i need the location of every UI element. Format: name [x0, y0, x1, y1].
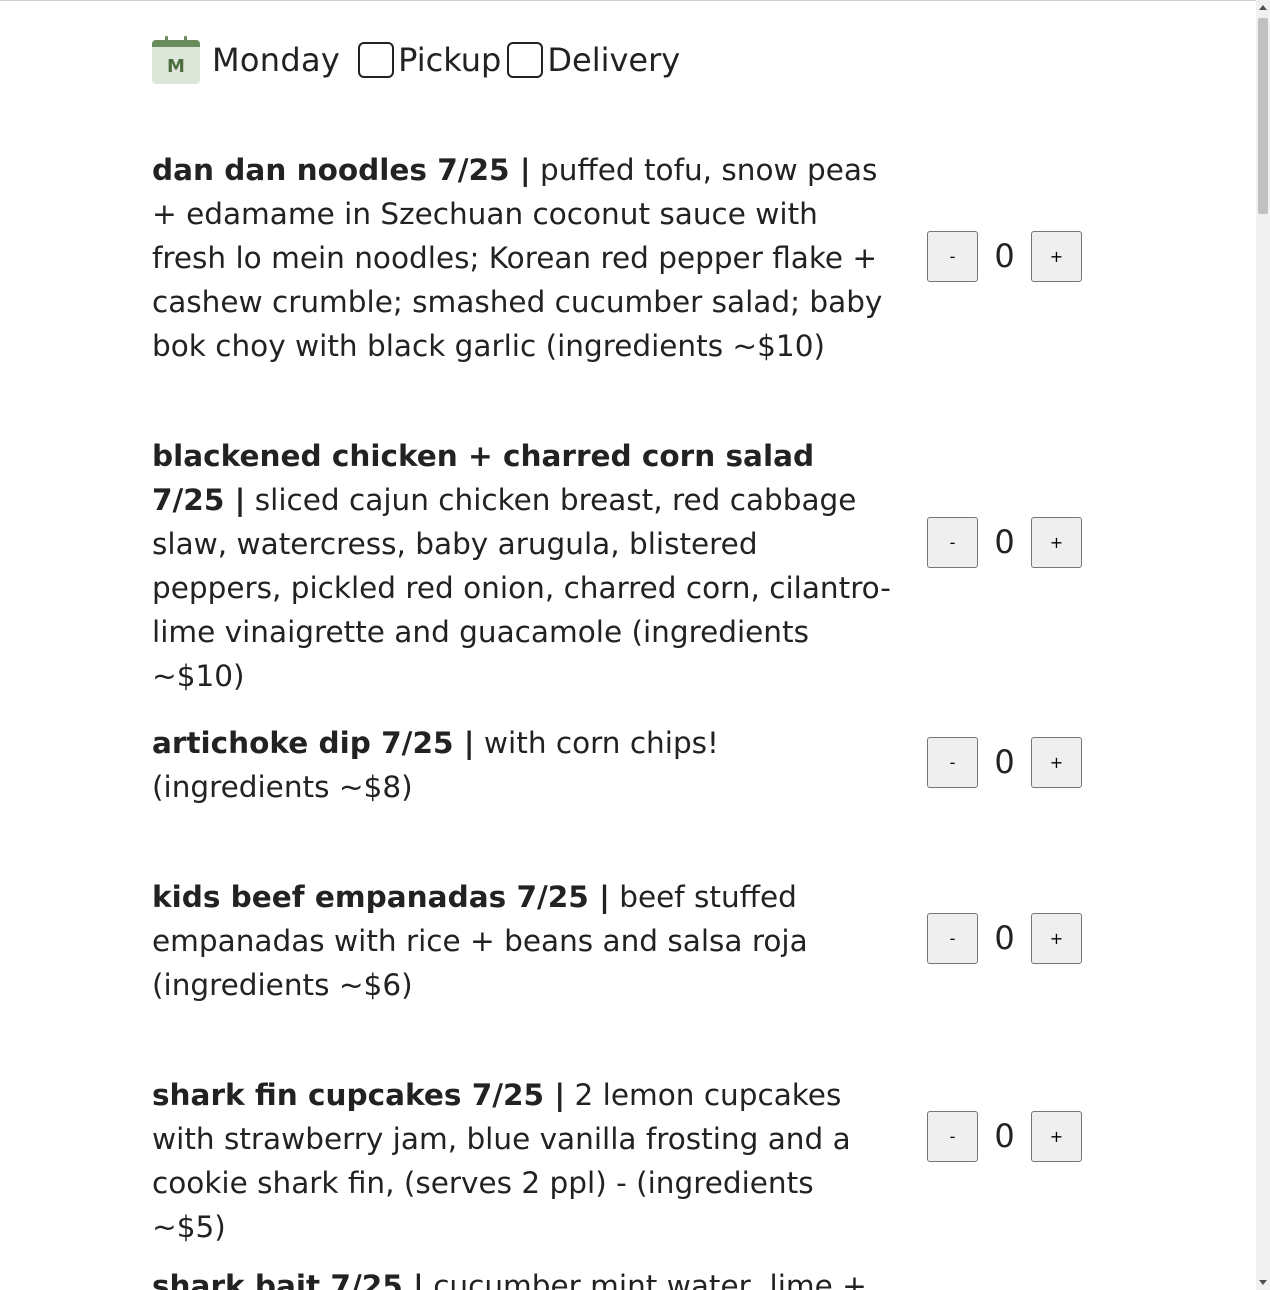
decrease-button[interactable]: -	[927, 1110, 978, 1162]
menu-item-title: dan dan noodles 7/25 |	[152, 153, 531, 187]
scroll-down-icon[interactable]	[1259, 1280, 1267, 1285]
quantity-stepper: - 0 +	[927, 1110, 1082, 1162]
increase-button[interactable]: +	[1031, 736, 1082, 788]
menu-item-title: shark bait 7/25 |	[152, 1269, 424, 1290]
day-label: Monday	[212, 41, 341, 79]
menu-item: kids beef empanadas 7/25 | beef stuffed …	[152, 875, 1082, 1007]
menu-item-text: blackened chicken + charred corn salad 7…	[152, 434, 892, 698]
decrease-button[interactable]: -	[927, 230, 978, 282]
scroll-up-icon[interactable]	[1259, 5, 1267, 10]
increase-button[interactable]: +	[1031, 516, 1082, 568]
menu-item: shark bait 7/25 | cucumber mint water, l…	[152, 1264, 1082, 1290]
menu-item-text: dan dan noodles 7/25 | puffed tofu, snow…	[152, 148, 892, 368]
pickup-checkbox[interactable]	[358, 42, 395, 78]
increase-button[interactable]: +	[1031, 230, 1082, 282]
pickup-label[interactable]: Pickup	[398, 41, 501, 79]
quantity-stepper: - 0 +	[927, 912, 1082, 964]
calendar-letter: M	[167, 56, 185, 77]
decrease-button[interactable]: -	[927, 516, 978, 568]
quantity-value: 0	[994, 743, 1015, 781]
vertical-scrollbar[interactable]	[1256, 0, 1270, 1290]
menu-item-title: kids beef empanadas 7/25 |	[152, 880, 610, 914]
increase-button[interactable]: +	[1031, 912, 1082, 964]
decrease-button[interactable]: -	[927, 736, 978, 788]
menu-item-title: shark fin cupcakes 7/25 |	[152, 1078, 566, 1112]
menu-item: artichoke dip 7/25 | with corn chips! (i…	[152, 721, 1082, 809]
calendar-icon: M	[152, 36, 200, 84]
menu-item-text: artichoke dip 7/25 | with corn chips! (i…	[152, 721, 892, 809]
quantity-stepper: - 0 +	[927, 736, 1082, 788]
menu-item-text: kids beef empanadas 7/25 | beef stuffed …	[152, 875, 892, 1007]
quantity-value: 0	[994, 523, 1015, 561]
menu-item: blackened chicken + charred corn salad 7…	[152, 434, 1082, 698]
menu-item-text: shark fin cupcakes 7/25 | 2 lemon cupcak…	[152, 1073, 892, 1249]
top-border	[0, 0, 1256, 1]
delivery-label[interactable]: Delivery	[547, 41, 680, 79]
quantity-value: 0	[994, 237, 1015, 275]
menu-item: shark fin cupcakes 7/25 | 2 lemon cupcak…	[152, 1073, 1082, 1249]
scrollbar-thumb[interactable]	[1258, 18, 1268, 214]
menu-item: dan dan noodles 7/25 | puffed tofu, snow…	[152, 148, 1082, 368]
increase-button[interactable]: +	[1031, 1110, 1082, 1162]
quantity-value: 0	[994, 919, 1015, 957]
quantity-value: 0	[994, 1117, 1015, 1155]
day-header: M Monday Pickup Delivery	[152, 34, 686, 86]
delivery-checkbox[interactable]	[507, 42, 544, 78]
quantity-stepper: - 0 +	[927, 516, 1082, 568]
decrease-button[interactable]: -	[927, 912, 978, 964]
menu-item-title: artichoke dip 7/25 |	[152, 726, 475, 760]
menu-page: M Monday Pickup Delivery dan dan noodles…	[0, 0, 1256, 1290]
menu-item-description: sliced cajun chicken breast, red cabbage…	[152, 483, 891, 693]
menu-item-text: shark bait 7/25 | cucumber mint water, l…	[152, 1264, 892, 1290]
quantity-stepper: - 0 +	[927, 230, 1082, 282]
